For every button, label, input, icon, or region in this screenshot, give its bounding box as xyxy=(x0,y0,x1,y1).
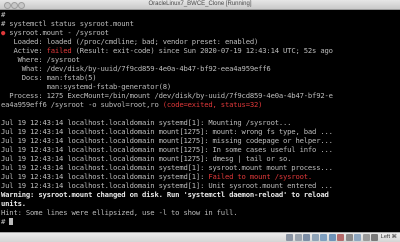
hard-disk-icon[interactable] xyxy=(286,234,293,241)
terminal-text: Hint: Some lines were ellipsized, use -l… xyxy=(1,208,238,217)
terminal-line: Hint: Some lines were ellipsized, use -l… xyxy=(1,208,238,217)
terminal-text: (code=exited, status=32) xyxy=(162,100,263,109)
keyboard-icon[interactable] xyxy=(362,234,370,241)
terminal-line: man:systemd-fstab-generator(8) xyxy=(1,82,172,91)
terminal-line: Active: failed (Result: exit-code) since… xyxy=(1,46,333,55)
terminal-text: units. xyxy=(1,199,26,208)
record-icon[interactable] xyxy=(337,234,344,241)
shared-folder-icon[interactable] xyxy=(311,234,319,241)
cpu-icon[interactable] xyxy=(354,234,361,241)
terminal-text: Jul 19 12:43:14 localhost.localdomain mo… xyxy=(1,127,333,136)
terminal-cursor xyxy=(9,218,14,225)
terminal-line: # xyxy=(1,10,5,19)
terminal-text: Jul 19 12:43:14 localhost.localdomain sy… xyxy=(1,118,292,127)
terminal-line: Where: /sysroot xyxy=(1,55,80,64)
window-title: OracleLinux7_BWCE_Clone [Running] xyxy=(148,1,252,7)
usb-icon[interactable] xyxy=(303,234,310,241)
terminal-text: failed xyxy=(46,46,72,55)
terminal-text: sysroot.mount - /sysroot xyxy=(9,28,109,37)
terminal-text: Jul 19 12:43:14 localhost.localdomain sy… xyxy=(1,181,333,190)
display-icon[interactable] xyxy=(320,234,327,241)
terminal-console[interactable]: # # systemctl status sysroot.mount ● sysro… xyxy=(0,10,400,232)
terminal-text: # systemctl status sysroot.mount xyxy=(1,19,134,28)
terminal-line: Jul 19 12:43:14 localhost.localdomain mo… xyxy=(1,145,333,154)
terminal-line: Jul 19 12:43:14 localhost.localdomain mo… xyxy=(1,136,333,145)
terminal-line: Jul 19 12:43:14 localhost.localdomain sy… xyxy=(1,172,312,181)
terminal-line: ● sysroot.mount - /sysroot xyxy=(1,28,109,37)
terminal-text: Process: 1275 ExecMount=/bin/mount /dev/… xyxy=(1,91,333,100)
terminal-line: Jul 19 12:43:14 localhost.localdomain sy… xyxy=(1,181,333,190)
terminal-line: ea4a959eff6 /sysroot -o subvol=root,ro (… xyxy=(1,100,262,109)
terminal-text: # xyxy=(1,10,6,19)
terminal-line: Jul 19 12:43:14 localhost.localdomain mo… xyxy=(1,154,291,163)
terminal-line: # xyxy=(1,217,14,226)
terminal-line: Jul 19 12:43:14 localhost.localdomain sy… xyxy=(1,118,291,127)
terminal-text: Jul 19 12:43:14 localhost.localdomain mo… xyxy=(1,136,333,145)
network-icon[interactable] xyxy=(328,234,336,241)
terminal-text: Failed to mount /sysroot. xyxy=(208,172,313,181)
terminal-text: Jul 19 12:43:14 localhost.localdomain mo… xyxy=(1,145,333,154)
terminal-line: Process: 1275 ExecMount=/bin/mount /dev/… xyxy=(1,91,333,100)
terminal-text: (Result: exit-code) since Sun 2020-07-19… xyxy=(71,46,333,55)
terminal-text: man:systemd-fstab-generator(8) xyxy=(1,82,172,91)
mouse-integration-icon[interactable] xyxy=(345,234,353,241)
terminal-line: Warning: sysroot.mount changed on disk. … xyxy=(1,190,329,199)
terminal-line: Jul 19 12:43:14 localhost.localdomain mo… xyxy=(1,127,333,136)
terminal-text: Where: /sysroot xyxy=(1,55,80,64)
terminal-line: units. xyxy=(1,199,26,208)
terminal-text: Warning: sysroot.mount changed on disk. … xyxy=(1,190,329,199)
terminal-text: What: /dev/disk/by-uuid/7f9cd859-4e0a-4b… xyxy=(1,64,271,73)
window-titlebar[interactable]: OracleLinux7_BWCE_Clone [Running] xyxy=(0,0,400,10)
arrow-icon[interactable] xyxy=(371,234,378,241)
terminal-text: Active: xyxy=(1,46,47,55)
terminal-text: Loaded: loaded (/proc/cmdline; bad; vend… xyxy=(1,37,259,46)
terminal-text: Jul 19 12:43:14 localhost.localdomain sy… xyxy=(1,172,209,181)
terminal-text: # xyxy=(1,217,10,226)
terminal-line: # systemctl status sysroot.mount xyxy=(1,19,134,28)
terminal-text: Jul 19 12:43:14 localhost.localdomain mo… xyxy=(1,154,292,163)
terminal-line: Loaded: loaded (/proc/cmdline; bad; vend… xyxy=(1,37,258,46)
terminal-line: Docs: man:fstab(5) xyxy=(1,73,97,82)
terminal-line: What: /dev/disk/by-uuid/7f9cd859-4e0a-4b… xyxy=(1,64,271,73)
terminal-line: Jul 19 12:43:14 localhost.localdomain sy… xyxy=(1,163,333,172)
optical-drive-icon[interactable] xyxy=(294,234,302,241)
terminal-text: Docs: man:fstab(5) xyxy=(1,73,97,82)
terminal-text: Jul 19 12:43:14 localhost.localdomain sy… xyxy=(1,163,333,172)
terminal-text: ea4a959eff6 /sysroot -o subvol=root,ro xyxy=(1,100,163,109)
